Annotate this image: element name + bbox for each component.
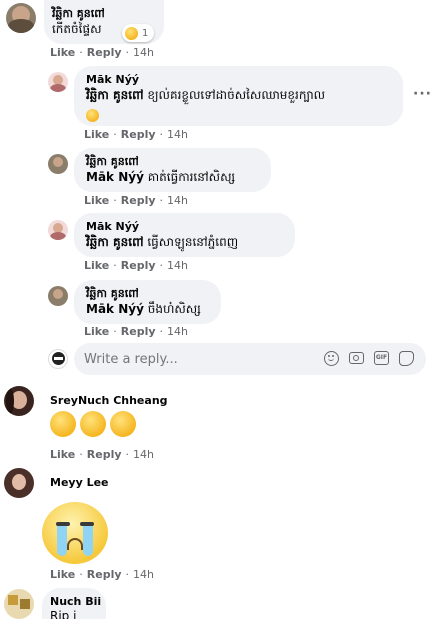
like-link[interactable]: Like xyxy=(50,46,75,59)
gif-icon[interactable]: GIF xyxy=(374,351,389,365)
reply-link[interactable]: Reply xyxy=(121,259,156,272)
reply-actions: Like · Reply · 14h xyxy=(84,325,188,338)
reply-bubble: វិឆ្ឆិកា គូនពៅ Māk Nýý ចឹងហ៎សិស្ស xyxy=(74,280,221,324)
timestamp[interactable]: 14h xyxy=(133,568,154,581)
avatar[interactable] xyxy=(48,286,68,306)
reply-link[interactable]: Reply xyxy=(87,568,122,581)
avatar[interactable] xyxy=(6,3,36,33)
timestamp[interactable]: 14h xyxy=(167,259,188,272)
mention-tag[interactable]: វិឆ្ឆិកា គូនពៅ xyxy=(86,235,144,249)
avatar[interactable] xyxy=(48,72,68,92)
reply-author[interactable]: Māk Nýý xyxy=(86,219,283,234)
comment-author[interactable]: វិឆ្ឆិកា គូនពៅ xyxy=(52,6,105,21)
timestamp[interactable]: 14h xyxy=(167,128,188,141)
reply-author[interactable]: Māk Nýý xyxy=(86,72,391,87)
timestamp[interactable]: 14h xyxy=(133,448,154,461)
more-options-icon[interactable]: ··· xyxy=(413,86,432,102)
sad-emoji-icon xyxy=(110,411,136,437)
comment-author[interactable]: Meyy Lee xyxy=(50,475,109,490)
comment-actions: Like · Reply · 14h xyxy=(50,568,154,581)
sticker-icon[interactable] xyxy=(399,351,414,366)
reply-text: ធ្វើសាឡូននៅភ្នំពេញ xyxy=(147,235,239,249)
reply-link[interactable]: Reply xyxy=(121,128,156,141)
like-link[interactable]: Like xyxy=(84,325,109,338)
reply-author[interactable]: វិឆ្ឆិកា គូនពៅ xyxy=(86,154,259,169)
crying-emoji-icon xyxy=(86,105,391,124)
comment-author[interactable]: Nuch Bii xyxy=(50,594,101,609)
camera-icon[interactable] xyxy=(349,352,364,364)
like-link[interactable]: Like xyxy=(84,128,109,141)
reply-actions: Like · Reply · 14h xyxy=(84,128,188,141)
reaction-badge[interactable]: 1 xyxy=(122,24,155,42)
emoji-icon[interactable] xyxy=(324,351,339,366)
sad-emoji-icon xyxy=(80,411,106,437)
like-link[interactable]: Like xyxy=(84,194,109,207)
reply-text: ខ្យល់គរខ្លួលទៅដាច់សសៃឈាមខួរក្បាល xyxy=(147,88,326,102)
avatar[interactable] xyxy=(48,220,68,240)
reply-bubble: Māk Nýý វិឆ្ឆិកា គូនពៅ ធ្វើសាឡូននៅភ្នំពេ… xyxy=(74,213,295,257)
mention-tag[interactable]: Māk Nýý xyxy=(86,302,144,316)
comment-text: Rip i xyxy=(50,609,77,619)
comment-actions: Like · Reply · 14h xyxy=(50,46,154,59)
sad-reaction-icon xyxy=(125,26,138,40)
comment-bubble: Nuch Bii Rip i xyxy=(42,588,106,619)
reply-link[interactable]: Reply xyxy=(121,325,156,338)
reaction-count: 1 xyxy=(142,27,149,39)
like-link[interactable]: Like xyxy=(50,448,75,461)
like-link[interactable]: Like xyxy=(50,568,75,581)
reply-link[interactable]: Reply xyxy=(87,46,122,59)
avatar[interactable] xyxy=(4,589,34,619)
avatar[interactable] xyxy=(48,154,68,174)
reply-input-box[interactable]: GIF xyxy=(74,343,426,375)
sad-emoji-icon xyxy=(50,411,76,437)
reply-actions: Like · Reply · 14h xyxy=(84,259,188,272)
comment-actions: Like · Reply · 14h xyxy=(50,448,154,461)
comment-text: កើតចំផ្ទៃស xyxy=(52,22,102,36)
crying-sticker xyxy=(42,502,108,564)
reply-actions: Like · Reply · 14h xyxy=(84,194,188,207)
reply-text: ចឹងហ៎សិស្ស xyxy=(147,302,201,316)
emoji-row xyxy=(50,411,136,437)
comment-author[interactable]: SreyNuch Chheang xyxy=(50,393,168,408)
reply-link[interactable]: Reply xyxy=(121,194,156,207)
timestamp[interactable]: 14h xyxy=(133,46,154,59)
reply-text: គាត់ធ្វើការនៅសិស្ស xyxy=(147,170,236,184)
reply-author[interactable]: វិឆ្ឆិកា គូនពៅ xyxy=(86,286,209,301)
timestamp[interactable]: 14h xyxy=(167,194,188,207)
mention-tag[interactable]: វិឆ្ឆិកា គូនពៅ xyxy=(86,88,144,102)
mention-tag[interactable]: Māk Nýý xyxy=(86,170,144,184)
reply-input[interactable] xyxy=(84,349,304,369)
reply-bubble: Māk Nýý វិឆ្ឆិកា គូនពៅ ខ្យល់គរខ្លួលទៅដាច… xyxy=(74,66,403,126)
reply-bubble: វិឆ្ឆិកា គូនពៅ Māk Nýý គាត់ធ្វើការនៅសិស្… xyxy=(74,148,271,192)
timestamp[interactable]: 14h xyxy=(167,325,188,338)
avatar[interactable] xyxy=(4,468,34,498)
like-link[interactable]: Like xyxy=(84,259,109,272)
reply-link[interactable]: Reply xyxy=(87,448,122,461)
current-user-avatar xyxy=(48,349,68,369)
avatar[interactable] xyxy=(4,386,34,416)
